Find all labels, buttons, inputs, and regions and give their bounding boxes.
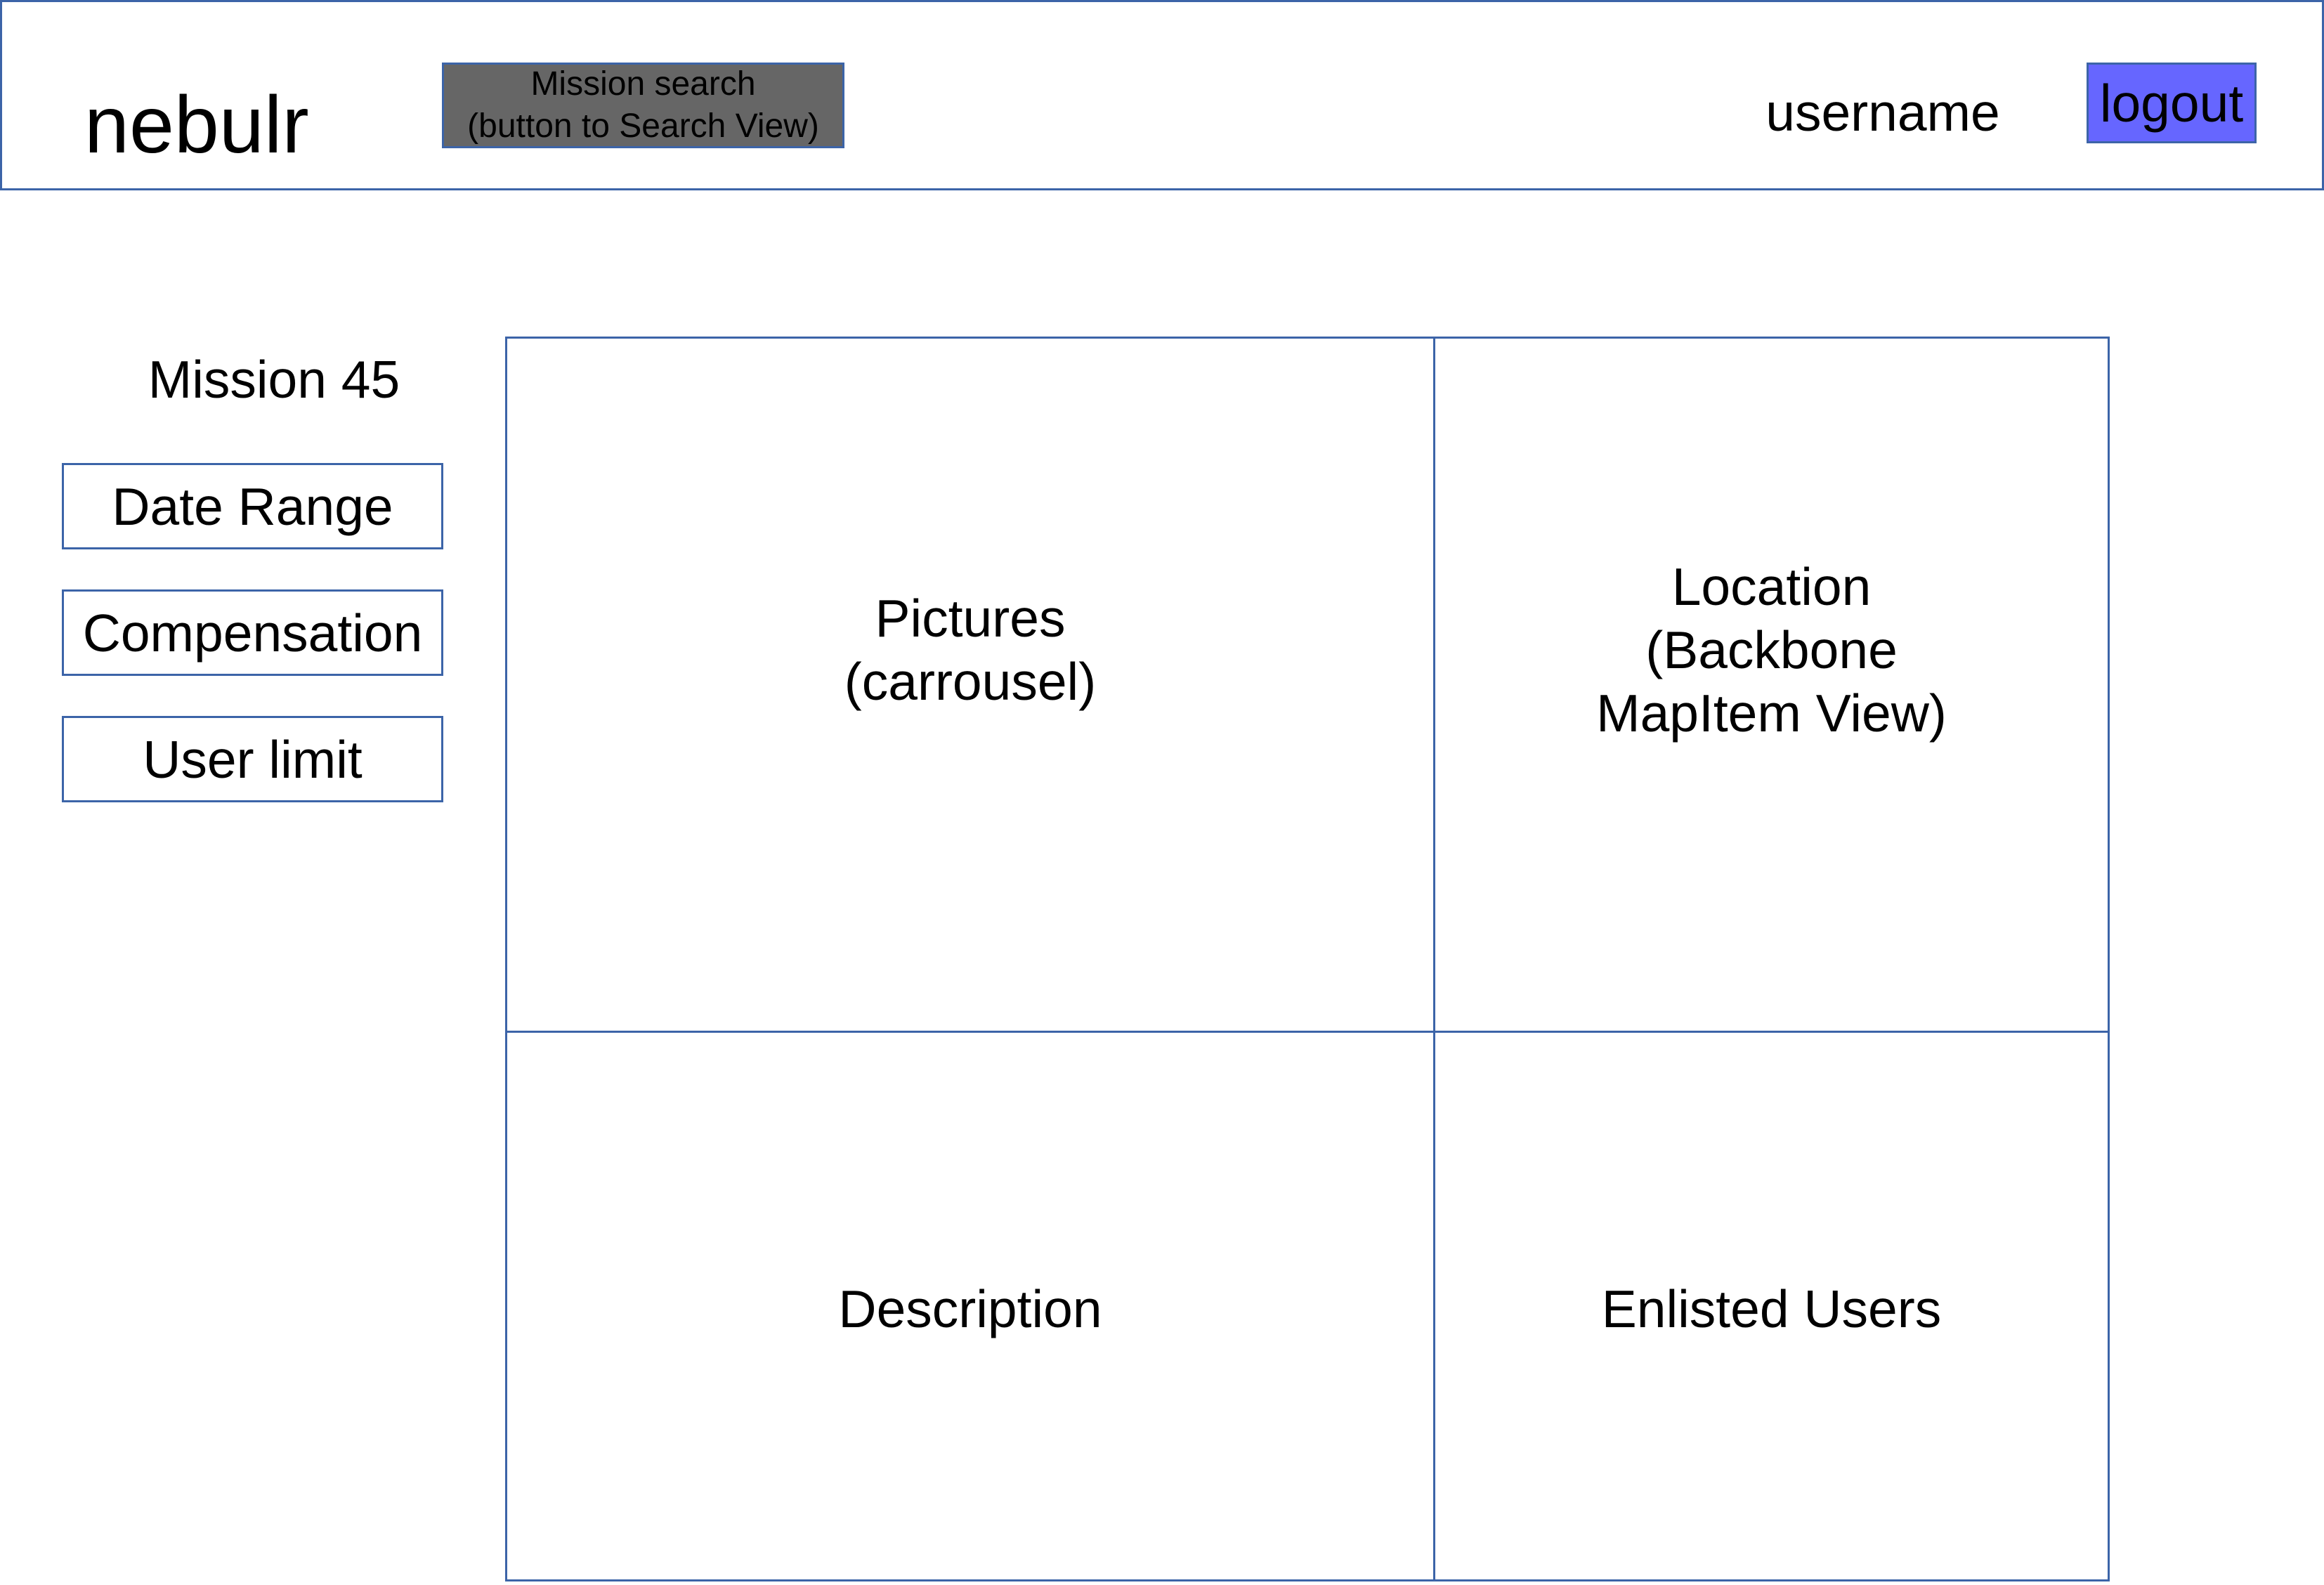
- enlisted-users-panel: Enlisted Users: [1433, 1031, 2110, 1581]
- location-map-panel[interactable]: Location (Backbone MapItem View): [1433, 337, 2110, 1033]
- logout-button[interactable]: logout: [2087, 63, 2257, 143]
- mission-title: Mission 45: [148, 350, 400, 409]
- pictures-carousel-panel[interactable]: Pictures (carrousel): [505, 337, 1435, 1033]
- enlisted-users-panel-label: Enlisted Users: [1601, 1279, 1942, 1338]
- pictures-panel-label: Pictures (carrousel): [844, 588, 1097, 711]
- location-panel-label: Location (Backbone MapItem View): [1596, 556, 1947, 743]
- user-limit-field[interactable]: User limit: [62, 716, 443, 802]
- username-label: username: [1765, 83, 2000, 142]
- wireframe-canvas: nebulr Mission search (button to Search …: [0, 0, 2324, 1585]
- mission-search-button[interactable]: Mission search (button to Search View): [442, 63, 844, 148]
- compensation-field[interactable]: Compensation: [62, 589, 443, 676]
- description-panel: Description: [505, 1031, 1435, 1581]
- app-logo[interactable]: nebulr: [84, 76, 309, 174]
- description-panel-label: Description: [838, 1279, 1102, 1338]
- date-range-field[interactable]: Date Range: [62, 463, 443, 549]
